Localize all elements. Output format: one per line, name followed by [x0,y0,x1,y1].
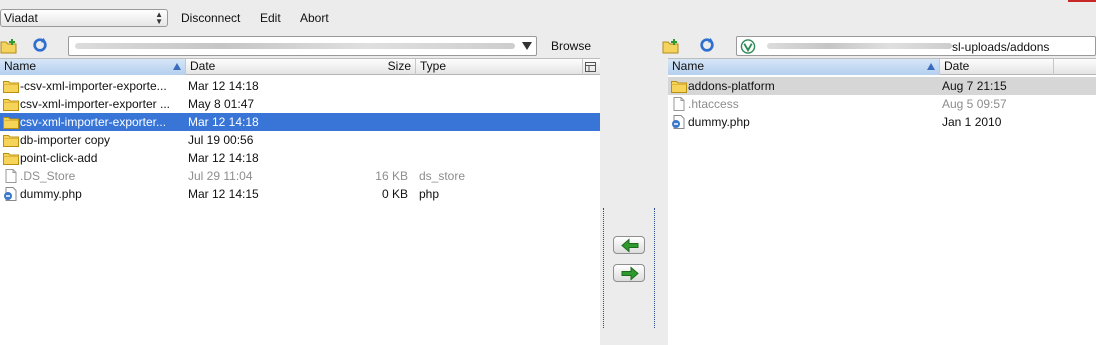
local-path-field[interactable] [68,36,537,56]
remote-path-field[interactable]: sl-uploads/addons [736,36,1096,56]
local-column-header: Name Date Size Type [0,59,600,75]
remote-path-bar: sl-uploads/addons [660,34,1096,58]
abort-button[interactable]: Abort [300,11,329,25]
local-col-type-label: Type [420,59,447,73]
new-folder-icon[interactable] [0,38,18,54]
file-date: Jul 29 11:04 [188,169,253,183]
site-favicon-icon [740,39,756,54]
remote-col-name[interactable]: Name [668,59,940,75]
remote-col-date[interactable]: Date [940,59,1054,75]
file-row[interactable]: db-importer copy Jul 19 00:56 [0,131,600,149]
file-date: Jan 1 2010 [942,115,1002,129]
browse-button[interactable]: Browse [551,39,591,53]
arrow-left-icon [621,238,639,253]
remote-col-name-label: Name [672,59,705,73]
file-size: 0 KB [381,187,408,201]
upload-button[interactable] [613,236,645,254]
file-name: point-click-add [20,151,98,165]
file-name: dummy.php [20,187,82,201]
folder-icon [671,81,687,93]
edit-button[interactable]: Edit [260,11,281,25]
file-row[interactable]: .htaccess Aug 5 09:57 [668,95,1096,113]
remote-path-text: sl-uploads/addons [952,40,1050,54]
file-date: Mar 12 14:18 [188,79,259,93]
file-row[interactable]: .DS_Store Jul 29 11:04 16 KB ds_store [0,167,600,185]
local-col-name-label: Name [4,59,37,73]
folder-icon [3,81,19,93]
folder-icon [3,99,19,111]
file-row[interactable]: -csv-xml-importer-exporte... Mar 12 14:18 [0,77,600,95]
remote-refresh-icon[interactable] [698,37,716,53]
remote-file-pane: Name Date addons-platform Aug 7 21:15 .hta… [668,58,1096,345]
php-file-icon [4,187,17,201]
file-icon [5,169,17,183]
file-name: -csv-xml-importer-exporte... [20,79,167,93]
file-icon [673,97,685,111]
file-date: May 8 01:47 [188,97,255,111]
sort-ascending-icon [173,63,181,70]
file-row[interactable]: csv-xml-importer-exporter... Mar 12 14:18 [0,113,600,131]
disconnect-button[interactable]: Disconnect [181,11,240,25]
file-size: 16 KB [375,169,408,183]
file-name: db-importer copy [20,133,111,147]
local-col-type[interactable]: Type [416,59,583,75]
remote-sort-ascending-icon [927,63,935,70]
select-arrows-icon: ▲ ▼ [155,10,163,26]
remote-col-date-label: Date [944,59,970,73]
file-name: .htaccess [688,97,739,111]
file-name: .DS_Store [20,169,76,183]
server-select-value: Viadat [4,11,38,25]
arrow-right-icon [621,266,639,281]
file-type: ds_store [419,169,466,183]
file-row[interactable]: point-click-add Mar 12 14:18 [0,149,600,167]
remote-column-header: Name Date [668,59,1096,75]
file-name: csv-xml-importer-exporter... [20,115,167,129]
folder-icon [3,117,19,129]
path-dropdown-icon[interactable] [522,42,532,50]
refresh-icon[interactable] [31,37,49,53]
divider-dots-left [603,208,605,328]
local-col-date[interactable]: Date Size [186,59,416,75]
file-name: csv-xml-importer-exporter ... [20,97,171,111]
divider-dots-right [654,208,656,328]
php-file-icon [672,115,685,129]
file-row[interactable]: dummy.php Jan 1 2010 [668,113,1096,131]
file-date: Aug 7 21:15 [942,79,1007,93]
file-name: dummy.php [688,115,750,129]
folder-icon [3,153,19,165]
remote-new-folder-icon[interactable] [662,38,680,54]
folder-icon [3,135,19,147]
download-button[interactable] [613,264,645,282]
file-date: Mar 12 14:18 [188,115,259,129]
window-edge-mark [1068,0,1096,2]
remote-path-redacted [767,43,952,49]
local-file-pane: Name Date Size Type -csv-xml-importer-ex… [0,58,600,345]
local-col-date-label: Date [190,59,216,73]
file-date: Mar 12 14:15 [188,187,259,201]
local-path-redacted [75,43,515,49]
top-toolbar: Viadat ▲ ▼ Disconnect Edit Abort [0,0,1096,34]
local-col-name[interactable]: Name [0,59,186,75]
file-date: Jul 19 00:56 [188,133,254,147]
local-col-size-label: Size [387,59,411,73]
file-row[interactable]: csv-xml-importer-exporter ... May 8 01:47 [0,95,600,113]
column-chooser-icon[interactable] [585,62,596,72]
file-date: Mar 12 14:18 [188,151,259,165]
transfer-divider [600,58,668,345]
file-row[interactable]: addons-platform Aug 7 21:15 [668,77,1096,95]
file-type: php [419,187,440,201]
server-select[interactable]: Viadat ▲ ▼ [0,9,168,27]
local-path-bar: Browse [0,34,600,58]
file-row[interactable]: dummy.php Mar 12 14:15 0 KB php [0,185,600,203]
file-name: addons-platform [688,79,775,93]
file-date: Aug 5 09:57 [942,97,1007,111]
